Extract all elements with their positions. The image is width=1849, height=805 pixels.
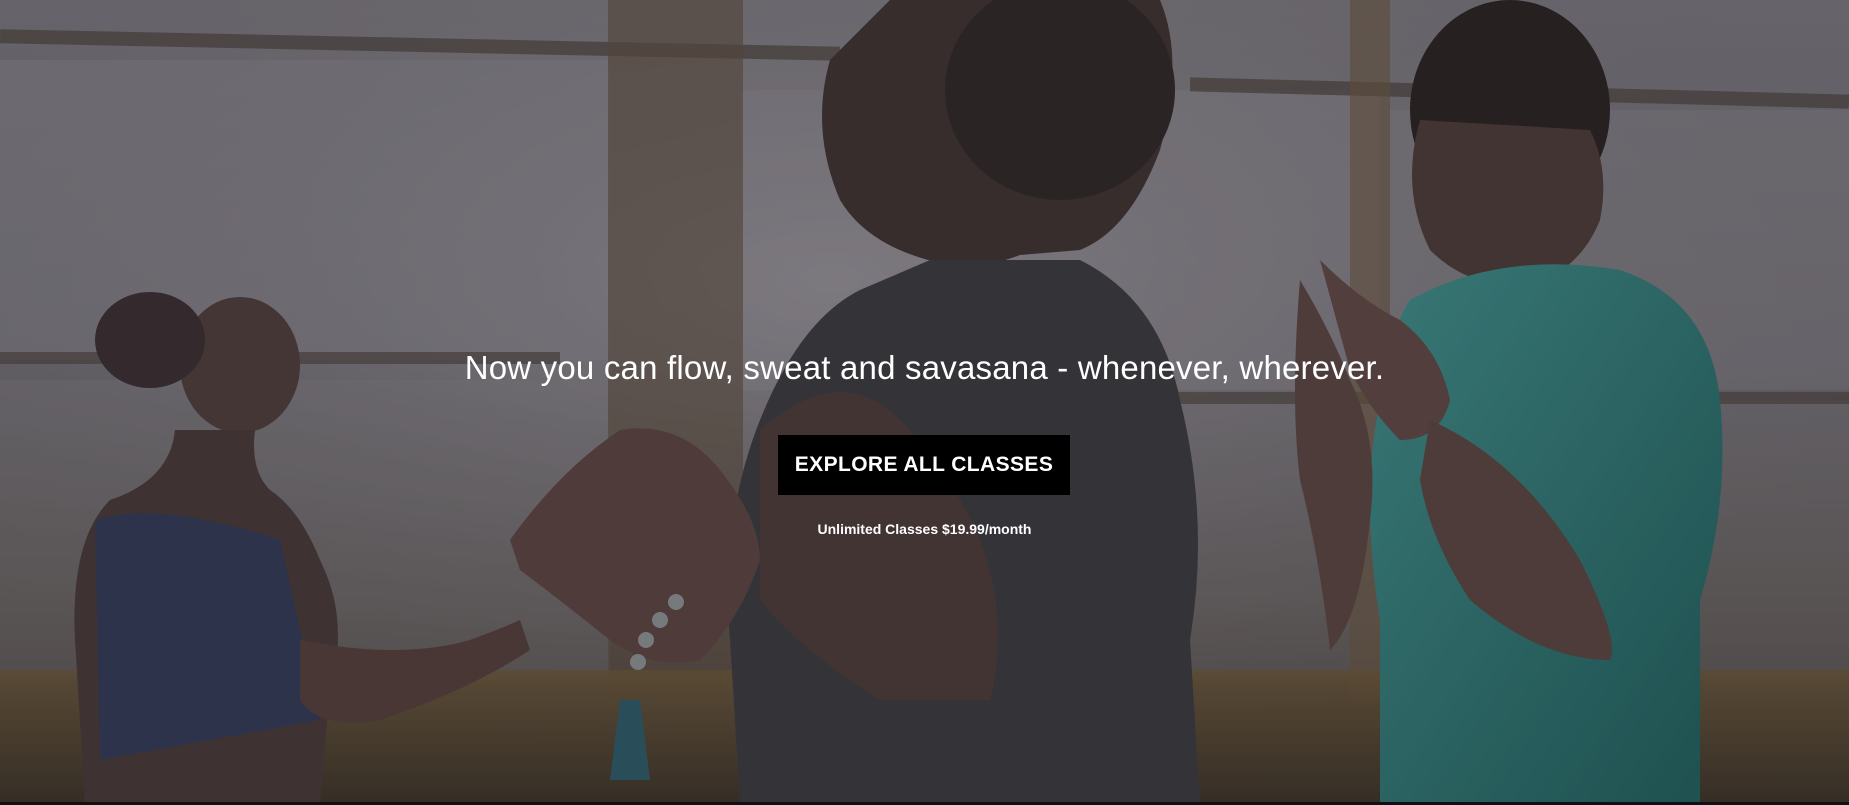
explore-all-classes-button[interactable]: EXPLORE ALL CLASSES bbox=[778, 435, 1070, 495]
pricing-note: Unlimited Classes $19.99/month bbox=[817, 521, 1032, 537]
hero-section: Now you can flow, sweat and savasana - w… bbox=[0, 0, 1849, 802]
hero-content: Now you can flow, sweat and savasana - w… bbox=[0, 0, 1849, 802]
hero-headline: Now you can flow, sweat and savasana - w… bbox=[464, 349, 1385, 386]
